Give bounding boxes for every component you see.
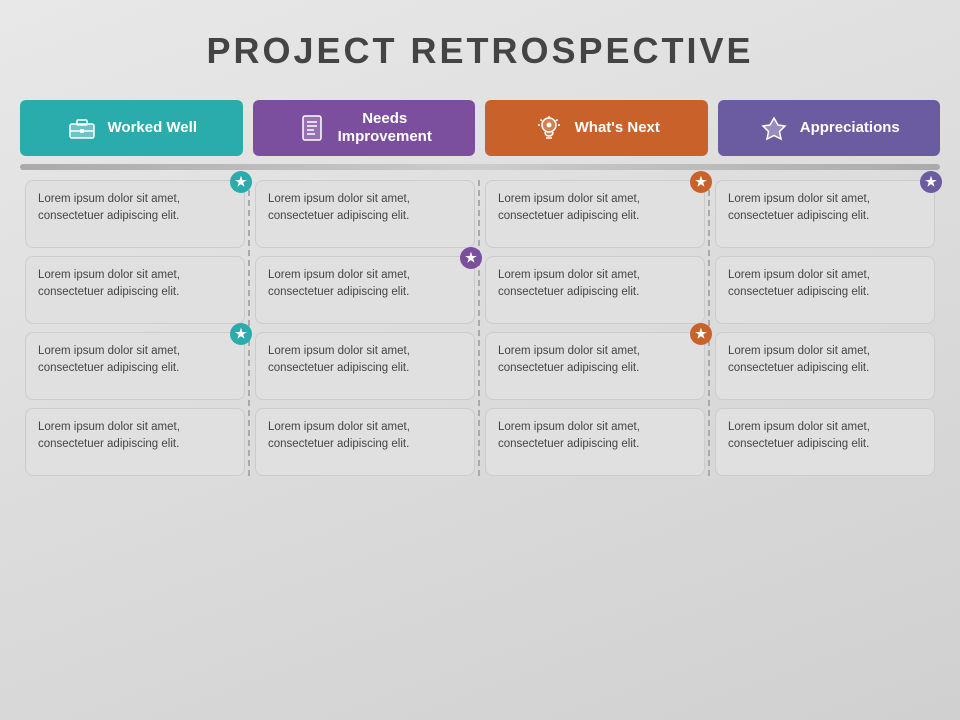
header-label-whats-next: What's Next: [575, 119, 660, 137]
bulb-icon: [533, 114, 565, 142]
card-ww-4: Lorem ipsum dolor sit amet, consectetuer…: [25, 408, 245, 476]
card-ni-1: Lorem ipsum dolor sit amet, consectetuer…: [255, 180, 475, 248]
star-badge-ap-1: ★: [920, 171, 942, 193]
list-icon: [296, 115, 328, 141]
header-worked-well: Worked Well: [20, 100, 243, 156]
briefcase-icon: [66, 116, 98, 140]
columns-wrapper: Worked Well NeedsImprovement: [20, 100, 940, 476]
pin-icon: [758, 115, 790, 141]
col-whats-next: ★ Lorem ipsum dolor sit amet, consectetu…: [480, 180, 710, 476]
star-badge-ww-1: ★: [230, 171, 252, 193]
header-label-appreciations: Appreciations: [800, 119, 900, 137]
card-ni-4: Lorem ipsum dolor sit amet, consectetuer…: [255, 408, 475, 476]
star-badge-wn-3: ★: [690, 323, 712, 345]
page: PROJECT RETROSPECTIVE Worked Well: [0, 0, 960, 720]
divider: [20, 164, 940, 170]
card-wn-3: ★ Lorem ipsum dolor sit amet, consectetu…: [485, 332, 705, 400]
card-ap-3: Lorem ipsum dolor sit amet, consectetuer…: [715, 332, 935, 400]
star-badge-wn-1: ★: [690, 171, 712, 193]
col-appreciations: ★ Lorem ipsum dolor sit amet, consectetu…: [710, 180, 940, 476]
card-ap-4: Lorem ipsum dolor sit amet, consectetuer…: [715, 408, 935, 476]
headers-row: Worked Well NeedsImprovement: [20, 100, 940, 156]
header-label-needs-improvement: NeedsImprovement: [338, 110, 432, 146]
card-ni-3: Lorem ipsum dolor sit amet, consectetuer…: [255, 332, 475, 400]
card-wn-2: Lorem ipsum dolor sit amet, consectetuer…: [485, 256, 705, 324]
col-needs-improvement: Lorem ipsum dolor sit amet, consectetuer…: [250, 180, 480, 476]
header-label-worked-well: Worked Well: [108, 119, 197, 137]
card-ww-3: ★ Lorem ipsum dolor sit amet, consectetu…: [25, 332, 245, 400]
card-wn-1: ★ Lorem ipsum dolor sit amet, consectetu…: [485, 180, 705, 248]
card-ww-2: Lorem ipsum dolor sit amet, consectetuer…: [25, 256, 245, 324]
card-ni-2: ★ Lorem ipsum dolor sit amet, consectetu…: [255, 256, 475, 324]
header-needs-improvement: NeedsImprovement: [253, 100, 476, 156]
cards-area: ★ Lorem ipsum dolor sit amet, consectetu…: [20, 180, 940, 476]
header-appreciations: Appreciations: [718, 100, 941, 156]
card-ww-1: ★ Lorem ipsum dolor sit amet, consectetu…: [25, 180, 245, 248]
card-ap-2: Lorem ipsum dolor sit amet, consectetuer…: [715, 256, 935, 324]
card-ap-1: ★ Lorem ipsum dolor sit amet, consectetu…: [715, 180, 935, 248]
star-badge-ww-3: ★: [230, 323, 252, 345]
card-wn-4: Lorem ipsum dolor sit amet, consectetuer…: [485, 408, 705, 476]
col-worked-well: ★ Lorem ipsum dolor sit amet, consectetu…: [20, 180, 250, 476]
header-whats-next: What's Next: [485, 100, 708, 156]
page-title: PROJECT RETROSPECTIVE: [206, 30, 753, 72]
star-badge-ni-2: ★: [460, 247, 482, 269]
